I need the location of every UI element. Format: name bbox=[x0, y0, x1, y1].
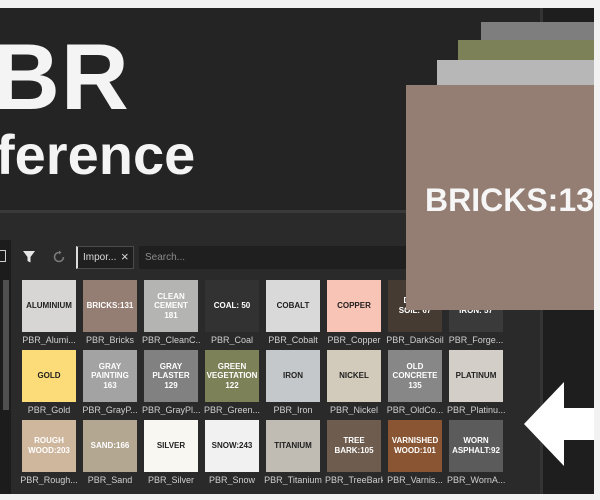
material-swatch: COBALT bbox=[266, 280, 320, 332]
featured-swatch-label: BRICKS:13 bbox=[425, 182, 594, 218]
close-icon[interactable]: × bbox=[121, 249, 129, 264]
material-swatch: COAL: 50 bbox=[205, 280, 259, 332]
material-tile[interactable]: IRON PBR_Iron bbox=[266, 350, 320, 416]
frame-border-bottom bbox=[0, 494, 600, 500]
material-tile[interactable]: COBALT PBR_Cobalt bbox=[266, 280, 320, 346]
material-caption: PBR_Silver bbox=[147, 475, 194, 485]
material-tile[interactable]: CLEAN CEMENT 181 PBR_CleanC... bbox=[142, 280, 200, 346]
material-tile[interactable]: TREE BARK:105 PBR_TreeBark bbox=[325, 420, 383, 486]
material-caption: PBR_DarkSoil bbox=[386, 335, 444, 345]
material-tile[interactable]: GRAY PAINTING 163 PBR_GrayP... bbox=[82, 350, 138, 416]
material-tile[interactable]: GRAY PLASTER 129 PBR_GrayPl... bbox=[142, 350, 200, 416]
material-swatch: TREE BARK:105 bbox=[327, 420, 381, 472]
material-tile[interactable]: SAND:166 PBR_Sand bbox=[83, 420, 137, 486]
frame-border-top bbox=[0, 0, 600, 8]
material-caption: PBR_Titanium bbox=[264, 475, 322, 485]
material-tile[interactable]: TITANIUM PBR_Titanium bbox=[264, 420, 322, 486]
material-tile[interactable]: SILVER PBR_Silver bbox=[144, 420, 198, 486]
material-caption: PBR_TreeBark bbox=[325, 475, 383, 485]
material-caption: PBR_Green... bbox=[203, 405, 261, 415]
material-caption: PBR_GrayPl... bbox=[142, 405, 200, 415]
material-caption: PBR_Gold bbox=[27, 405, 71, 415]
material-caption: PBR_OldCo... bbox=[386, 405, 444, 415]
material-tile[interactable]: OLD CONCRETE 135 PBR_OldCo... bbox=[386, 350, 444, 416]
material-caption: PBR_Coal bbox=[210, 335, 254, 345]
material-tile[interactable]: ROUGH WOOD:203 PBR_Rough... bbox=[20, 420, 78, 486]
material-swatch: PLATINUM bbox=[449, 350, 503, 402]
material-caption: PBR_CleanC... bbox=[142, 335, 200, 345]
refresh-icon[interactable] bbox=[52, 250, 66, 264]
material-tile[interactable]: PLATINUM PBR_Platinu... bbox=[447, 350, 505, 416]
filter-tag-chip[interactable]: Impor... × bbox=[76, 246, 134, 269]
material-swatch: COPPER bbox=[327, 280, 381, 332]
material-tile[interactable]: NICKEL PBR_Nickel bbox=[327, 350, 381, 416]
material-tile[interactable]: ALUMINIUM PBR_Alumi... bbox=[22, 280, 76, 346]
material-swatch: GRAY PAINTING 163 bbox=[83, 350, 137, 402]
material-swatch: NICKEL bbox=[327, 350, 381, 402]
material-swatch: SILVER bbox=[144, 420, 198, 472]
arrow-left-icon bbox=[524, 382, 594, 466]
material-swatch: WORN ASPHALT:92 bbox=[449, 420, 503, 472]
material-tile[interactable]: COPPER PBR_Copper bbox=[327, 280, 381, 346]
filter-tag-label: Impor... bbox=[83, 252, 117, 263]
material-caption: PBR_Iron bbox=[273, 405, 313, 415]
material-swatch: GREEN VEGETATION 122 bbox=[205, 350, 259, 402]
material-swatch: GRAY PLASTER 129 bbox=[144, 350, 198, 402]
material-tile[interactable]: SNOW:243 PBR_Snow bbox=[205, 420, 259, 486]
material-tile[interactable]: GREEN VEGETATION 122 PBR_Green... bbox=[203, 350, 261, 416]
material-swatch: TITANIUM bbox=[266, 420, 320, 472]
frame-border-right bbox=[594, 0, 600, 500]
material-swatch: SAND:166 bbox=[83, 420, 137, 472]
material-caption: PBR_Rough... bbox=[20, 475, 78, 485]
material-caption: PBR_Platinu... bbox=[447, 405, 505, 415]
material-swatch: VARNISHED WOOD:101 bbox=[388, 420, 442, 472]
material-caption: PBR_GrayP... bbox=[82, 405, 138, 415]
material-caption: PBR_Copper bbox=[327, 335, 381, 345]
material-tile[interactable]: BRICKS:131 PBR_Bricks bbox=[83, 280, 137, 346]
material-caption: PBR_Cobalt bbox=[268, 335, 318, 345]
material-swatch: GOLD bbox=[22, 350, 76, 402]
material-caption: PBR_Forge... bbox=[448, 335, 504, 345]
material-swatch: CLEAN CEMENT 181 bbox=[144, 280, 198, 332]
featured-swatch: BRICKS:13 bbox=[406, 85, 594, 310]
material-swatch: IRON bbox=[266, 350, 320, 402]
material-caption: PBR_Sand bbox=[87, 475, 133, 485]
material-swatch: ROUGH WOOD:203 bbox=[22, 420, 76, 472]
material-tile[interactable]: WORN ASPHALT:92 PBR_WornA... bbox=[447, 420, 505, 486]
headline-line-1: BR bbox=[0, 24, 130, 129]
material-tile[interactable]: VARNISHED WOOD:101 PBR_Varnis... bbox=[387, 420, 443, 486]
material-tile[interactable]: COAL: 50 PBR_Coal bbox=[205, 280, 259, 346]
material-caption: PBR_Nickel bbox=[329, 405, 378, 415]
search-input[interactable] bbox=[145, 250, 395, 265]
material-swatch: SNOW:243 bbox=[205, 420, 259, 472]
material-caption: PBR_Alumi... bbox=[22, 335, 76, 345]
material-caption: PBR_Snow bbox=[208, 475, 256, 485]
material-caption: PBR_WornA... bbox=[447, 475, 505, 485]
filter-icon[interactable] bbox=[22, 250, 36, 264]
material-caption: PBR_Bricks bbox=[85, 335, 134, 345]
search-box[interactable] bbox=[139, 246, 409, 269]
material-swatch: OLD CONCRETE 135 bbox=[388, 350, 442, 402]
material-tile[interactable]: GOLD PBR_Gold bbox=[22, 350, 76, 416]
material-caption: PBR_Varnis... bbox=[387, 475, 443, 485]
panel-scrollbar[interactable] bbox=[3, 280, 9, 410]
material-swatch: ALUMINIUM bbox=[22, 280, 76, 332]
panel-toggle-icon[interactable] bbox=[0, 250, 6, 262]
headline-line-2: ference bbox=[0, 123, 196, 186]
material-swatch: BRICKS:131 bbox=[83, 280, 137, 332]
